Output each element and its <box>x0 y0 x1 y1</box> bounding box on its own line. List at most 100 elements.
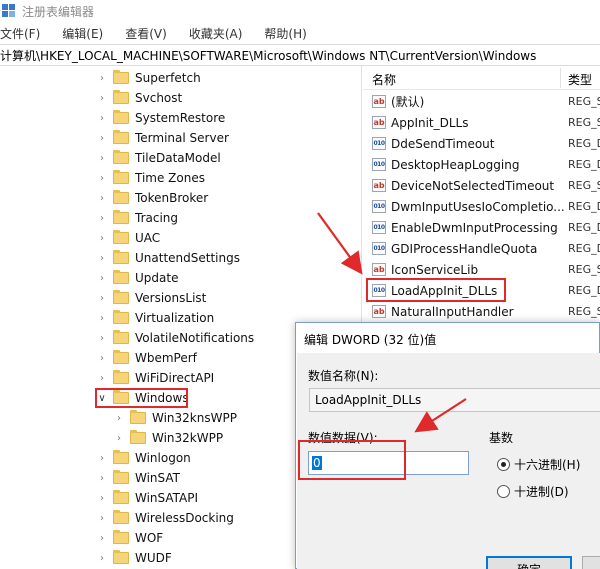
tree-item[interactable]: › Tracing <box>97 208 178 228</box>
chevron-right-icon[interactable]: › <box>97 473 107 484</box>
tree-item-label: Tracing <box>135 211 179 225</box>
chevron-right-icon[interactable]: › <box>97 113 107 124</box>
chevron-right-icon[interactable]: › <box>97 373 107 384</box>
chevron-right-icon[interactable]: › <box>97 173 107 184</box>
tree-item[interactable]: › WirelessDocking <box>97 508 234 528</box>
chevron-right-icon[interactable]: › <box>97 353 107 364</box>
tree-item[interactable]: › VolatileNotifications <box>97 328 254 348</box>
tree-item-label: Time Zones <box>135 171 205 185</box>
column-name-header[interactable]: 名称 <box>372 71 396 88</box>
chevron-right-icon[interactable]: › <box>97 533 107 544</box>
hex-radio-label: 十六进制(H) <box>514 458 581 472</box>
chevron-right-icon[interactable]: › <box>97 233 107 244</box>
chevron-right-icon[interactable]: › <box>97 293 107 304</box>
value-row[interactable]: 010 EnableDwmInputProcessing REG_D <box>363 217 600 238</box>
folder-icon <box>113 110 129 124</box>
tree-item[interactable]: › Svchost <box>97 88 182 108</box>
tree-item-label: TileDataModel <box>135 151 221 165</box>
cancel-button[interactable] <box>582 556 600 569</box>
tree-item[interactable]: › WinSAT <box>97 468 180 488</box>
value-row[interactable]: 010 GDIProcessHandleQuota REG_D <box>363 238 600 259</box>
tree-item[interactable]: › SystemRestore <box>97 108 225 128</box>
chevron-right-icon[interactable]: › <box>97 93 107 104</box>
tree-item[interactable]: › Win32knsWPP <box>114 408 237 428</box>
tree-item[interactable]: › WiFiDirectAPI <box>97 368 214 388</box>
tree-item[interactable]: › Winlogon <box>97 448 191 468</box>
tree-item[interactable]: › Win32kWPP <box>114 428 223 448</box>
value-name: EnableDwmInputProcessing <box>391 220 558 235</box>
tree-item[interactable]: › Terminal Server <box>97 128 229 148</box>
folder-icon <box>113 510 129 524</box>
dword-value-icon: 010 <box>372 158 386 171</box>
string-value-icon: ab <box>372 305 386 318</box>
tree-item[interactable]: › Update <box>97 268 178 288</box>
menu-view[interactable]: 查看(V) <box>125 25 167 42</box>
tree-item[interactable]: › Superfetch <box>97 68 201 88</box>
tree-item[interactable]: › TokenBroker <box>97 188 208 208</box>
tree-item-label: WOF <box>135 531 164 545</box>
menu-favorites[interactable]: 收藏夹(A) <box>189 25 243 42</box>
value-type: REG_S <box>568 263 600 276</box>
tree-item-label: WinSATAPI <box>135 491 199 505</box>
tree-item-label: WbemPerf <box>135 351 197 365</box>
tree-item-label: Svchost <box>135 91 183 105</box>
folder-icon <box>113 90 129 104</box>
value-name: AppInit_DLLs <box>391 115 469 130</box>
chevron-right-icon[interactable]: › <box>97 273 107 284</box>
value-row[interactable]: 010 DdeSendTimeout REG_D <box>363 133 600 154</box>
address-bar[interactable]: 计算机\HKEY_LOCAL_MACHINE\SOFTWARE\Microsof… <box>0 44 600 66</box>
menu-edit[interactable]: 编辑(E) <box>62 25 103 42</box>
tree-item[interactable]: › WUDF <box>97 548 172 568</box>
value-data-highlight <box>298 440 406 480</box>
menu-file[interactable]: 文件(F) <box>0 25 40 42</box>
ok-button[interactable]: 确定 <box>486 556 572 569</box>
value-row[interactable]: 010 DwmInputUsesIoCompletio...REG_D <box>363 196 600 217</box>
chevron-right-icon[interactable]: › <box>97 193 107 204</box>
chevron-right-icon[interactable]: › <box>97 73 107 84</box>
hex-radio[interactable] <box>497 458 510 471</box>
tree-item-label: TokenBroker <box>135 191 209 205</box>
chevron-right-icon[interactable]: › <box>97 333 107 344</box>
chevron-right-icon[interactable]: › <box>97 453 107 464</box>
chevron-right-icon[interactable]: › <box>97 553 107 564</box>
tree-item[interactable]: › VersionsList <box>97 288 206 308</box>
chevron-right-icon[interactable]: › <box>97 493 107 504</box>
chevron-right-icon[interactable]: › <box>97 513 107 524</box>
value-name: DesktopHeapLogging <box>391 157 520 172</box>
value-row[interactable]: 010 DesktopHeapLogging REG_D <box>363 154 600 175</box>
hex-radio-row[interactable]: 十六进制(H) <box>497 456 580 473</box>
menu-help[interactable]: 帮助(H) <box>264 25 306 42</box>
column-type-header[interactable]: 类型 <box>568 71 592 88</box>
value-row[interactable]: ab (默认) REG_S <box>363 91 600 112</box>
value-row[interactable]: ab AppInit_DLLs REG_S <box>363 112 600 133</box>
chevron-right-icon[interactable]: › <box>97 253 107 264</box>
tree-item[interactable]: › WbemPerf <box>97 348 197 368</box>
value-name: IconServiceLib <box>391 262 479 277</box>
value-name: DeviceNotSelectedTimeout <box>391 178 555 193</box>
value-row[interactable]: ab IconServiceLib REG_S <box>363 259 600 280</box>
window-title: 注册表编辑器 <box>22 4 95 19</box>
folder-icon <box>113 450 129 464</box>
chevron-right-icon[interactable]: › <box>97 133 107 144</box>
chevron-right-icon[interactable]: › <box>97 153 107 164</box>
folder-icon <box>113 130 129 144</box>
tree-item[interactable]: › Time Zones <box>97 168 205 188</box>
chevron-right-icon[interactable]: › <box>97 213 107 224</box>
value-name: DdeSendTimeout <box>391 136 495 151</box>
value-name-label: 数值名称(N): <box>308 369 379 383</box>
tree-item[interactable]: › WOF <box>97 528 163 548</box>
column-separator[interactable] <box>560 68 561 88</box>
tree-item-label: WiFiDirectAPI <box>135 371 215 385</box>
chevron-right-icon[interactable]: › <box>114 433 124 444</box>
chevron-right-icon[interactable]: › <box>114 413 124 424</box>
dec-radio[interactable] <box>497 485 510 498</box>
tree-item[interactable]: › TileDataModel <box>97 148 221 168</box>
tree-item[interactable]: › WinSATAPI <box>97 488 198 508</box>
tree-item[interactable]: › UAC <box>97 228 160 248</box>
tree-item[interactable]: › Virtualization <box>97 308 214 328</box>
chevron-right-icon[interactable]: › <box>97 313 107 324</box>
dec-radio-row[interactable]: 十进制(D) <box>497 483 569 500</box>
value-row[interactable]: ab DeviceNotSelectedTimeout REG_S <box>363 175 600 196</box>
value-row[interactable]: ab NaturalInputHandler REG_S <box>363 301 600 322</box>
tree-item[interactable]: › UnattendSettings <box>97 248 240 268</box>
